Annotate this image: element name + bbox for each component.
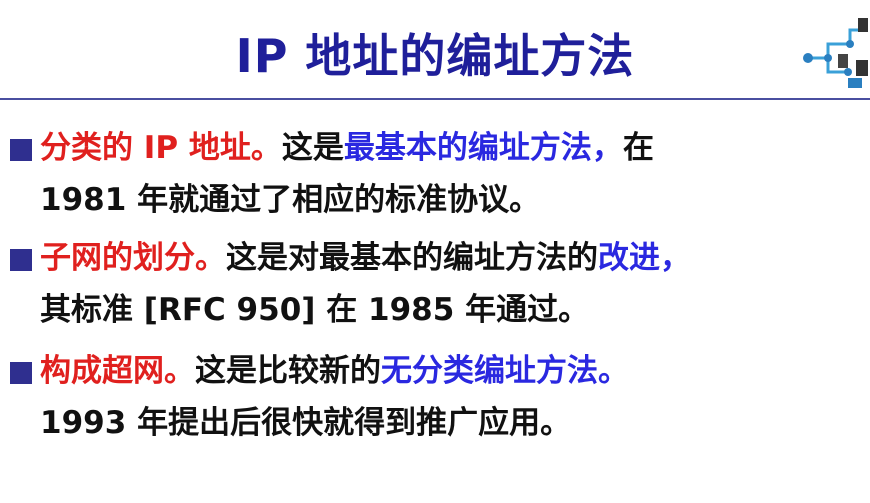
- item-1-text: 这是: [281, 130, 344, 166]
- item-3-line-1: 构成超网。这是比较新的无分类编址方法。: [40, 349, 629, 393]
- item-3-text: 这是比较新的: [195, 353, 381, 389]
- square-bullet-icon: [10, 362, 32, 384]
- item-1-text-end: 在: [622, 130, 654, 166]
- square-bullet-icon: [10, 249, 32, 271]
- item-1-emphasis: 最基本的编址方法，: [343, 130, 623, 166]
- item-2-text: 这是对最基本的编址方法的: [226, 240, 598, 276]
- network-computers-icon: [803, 18, 868, 88]
- square-bullet-icon: [10, 139, 32, 161]
- slide: IP 地址的编址方法 分类的 IP 地址。这是最基本的编址方法，在 1981 年…: [0, 0, 870, 503]
- item-3-highlight: 构成超网。: [40, 353, 195, 389]
- item-1-line-2: 1981 年就通过了相应的标准协议。: [40, 182, 541, 218]
- item-3-line-2: 1993 年提出后很快就得到推广应用。: [40, 405, 572, 441]
- item-2-highlight: 子网的划分。: [40, 240, 226, 276]
- slide-title: IP 地址的编址方法: [235, 29, 635, 83]
- item-2-line-2: 其标准 [RFC 950] 在 1985 年通过。: [40, 292, 590, 328]
- item-2-line-1: 子网的划分。这是对最基本的编址方法的改进，: [40, 236, 691, 280]
- item-3-emphasis: 无分类编址方法。: [381, 353, 629, 389]
- title-divider: [0, 98, 870, 100]
- item-1-highlight: 分类的 IP 地址。: [40, 130, 282, 166]
- item-2-emphasis: 改进，: [598, 240, 691, 276]
- item-1-line-1: 分类的 IP 地址。这是最基本的编址方法，在: [40, 126, 654, 170]
